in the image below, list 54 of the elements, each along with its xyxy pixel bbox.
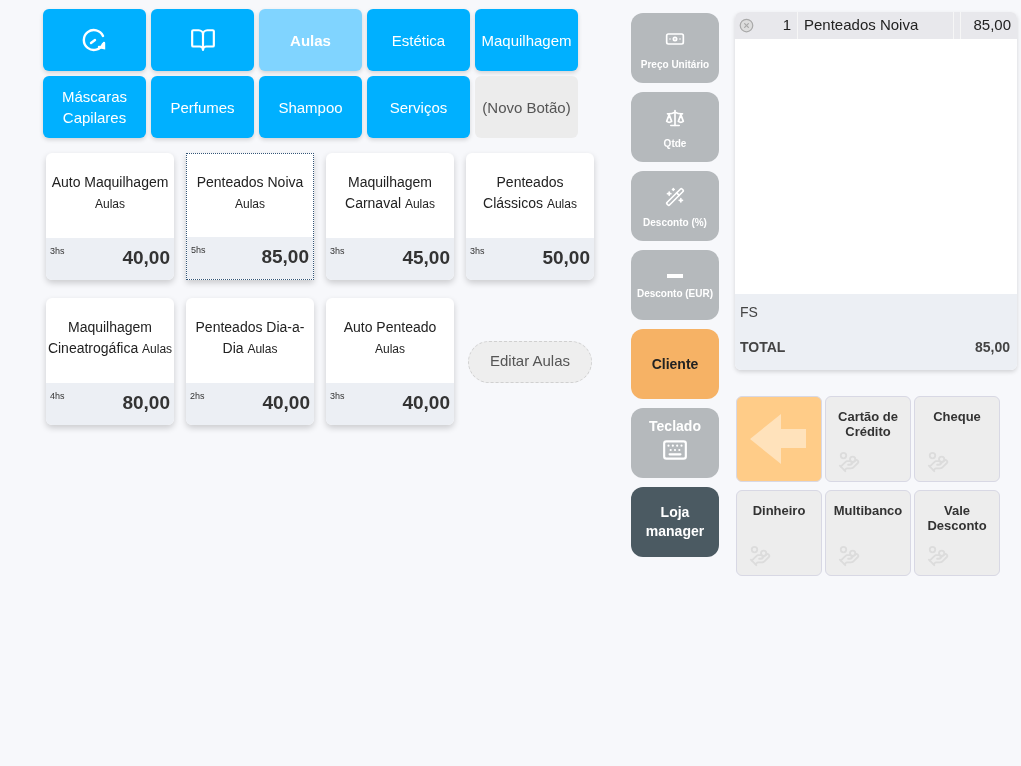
category-button[interactable] [43,9,146,71]
backspace-button[interactable] [736,396,822,482]
quantity-cell: 1 [758,12,798,39]
product-name: Auto Penteado Aulas [342,318,438,358]
payment-button[interactable]: Vale Desconto [914,490,1000,576]
price-label: 80,00 [122,392,170,415]
magic-wand-icon [665,186,685,207]
price-label: 40,00 [122,247,170,270]
product-card[interactable]: Maquilhagem Carnaval Aulas 3hs 45,00 [326,153,454,280]
duration-label: 5hs [191,245,206,257]
price-label: 40,00 [262,392,310,415]
product-name: Penteados Dia-a-Dia Aulas [194,318,306,358]
price-label: 45,00 [402,247,450,270]
payment-button[interactable]: Dinheiro [736,490,822,576]
edit-button[interactable]: Editar Aulas [468,340,592,383]
product-name: Maquilhagem Cineatrogáfica Aulas [47,318,173,358]
product-card[interactable]: Auto Maquilhagem Aulas 3hs 40,00 [46,153,174,280]
customer-button[interactable]: Cliente [631,329,719,399]
product-card[interactable]: Auto Penteado Aulas 3hs 40,00 [326,298,454,425]
payment-button[interactable]: Cartão de Crédito [825,396,911,482]
left-arrow-icon [750,414,808,464]
book-icon [189,27,216,53]
scale-icon [665,107,685,128]
duration-label: 2hs [190,391,205,403]
clock-refresh-icon [81,27,108,53]
new-button[interactable]: (Novo Botão) [475,76,578,138]
product-card[interactable]: Penteados Clássicos Aulas 3hs 50,00 [466,153,594,280]
category-button[interactable] [151,9,254,71]
product-name: Penteados Noiva Aulas [195,173,305,213]
manager-button[interactable]: Loja manager [631,487,719,557]
duration-label: 3hs [470,246,485,258]
product-card[interactable]: Penteados Dia-a-Dia Aulas 2hs 40,00 [186,298,314,425]
price-label: 50,00 [542,247,590,270]
total-label: TOTAL [740,338,786,357]
keyboard-icon [662,437,688,463]
payment-button[interactable]: Cheque [914,396,1000,482]
duration-label: 3hs [330,391,345,403]
duration-label: 3hs [50,246,65,258]
price-label: 85,00 [261,246,309,269]
item-name-cell: Penteados Noiva [798,12,954,39]
payment-button[interactable]: Multibanco [825,490,911,576]
price-label: 40,00 [402,392,450,415]
fs-label: FS [740,303,759,322]
product-name: Penteados Clássicos Aulas [482,173,578,213]
remove-icon [739,18,754,33]
total-amount: 85,00 [974,338,1010,357]
duration-label: 4hs [50,391,65,403]
minus-icon [667,273,683,278]
duration-label: 3hs [330,246,345,258]
product-card[interactable]: Maquilhagem Cineatrogáfica Aulas 4hs 80,00 [46,298,174,425]
product-card[interactable]: Penteados Noiva Aulas 5hs 85,00 [186,153,314,280]
product-name: Auto Maquilhagem Aulas [50,173,170,213]
price-cell-text: 85,00 [972,15,1012,36]
product-name: Maquilhagem Carnaval Aulas [344,173,436,213]
